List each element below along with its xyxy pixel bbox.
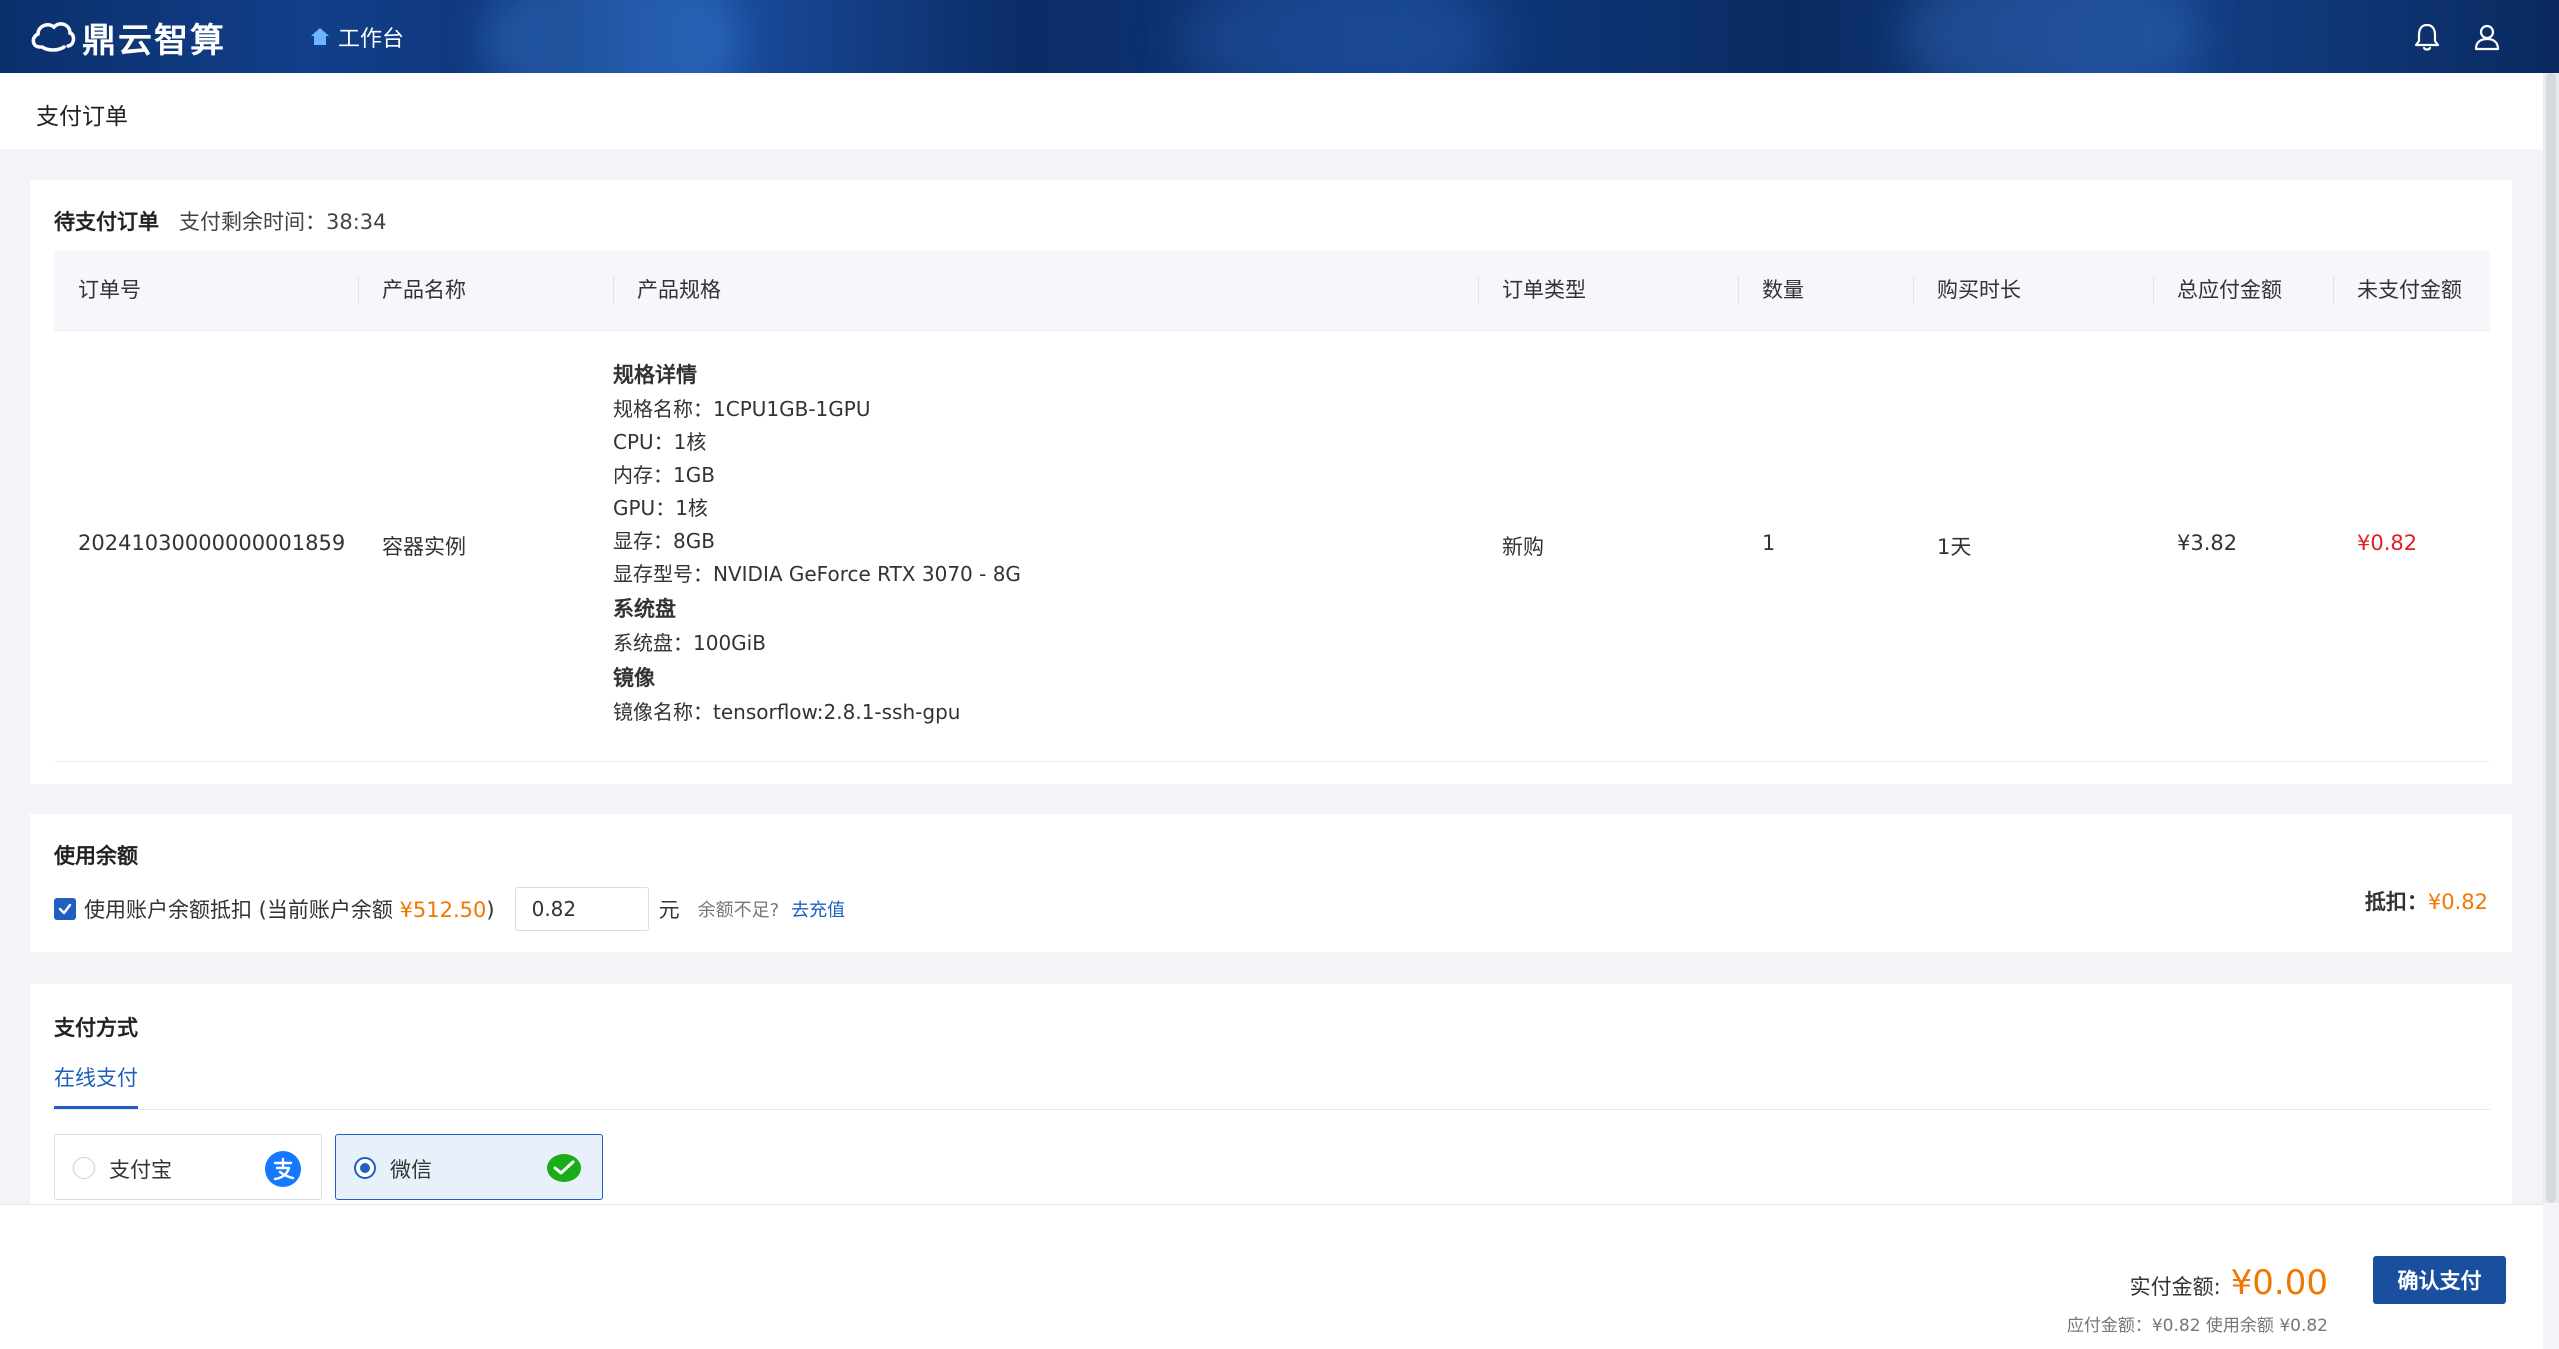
payment-method-card: 支付方式 在线支付 支付宝 微信 [30, 984, 2512, 1204]
deduct-amount-input[interactable] [514, 887, 649, 931]
page-title-bar: 支付订单 [0, 73, 2543, 149]
table-header: 订单号 产品名称 产品规格 订单类型 数量 购买时长 总应付金额 未支付金额 [54, 250, 2490, 331]
insufficient-balance-hint: 余额不足? [697, 900, 780, 921]
col-quantity: 数量 [1762, 278, 1804, 302]
tab-divider [54, 1109, 2490, 1110]
countdown-label: 支付剩余时间： [179, 210, 326, 234]
col-total: 总应付金额 [2177, 278, 2282, 302]
use-balance-checkbox[interactable] [54, 898, 76, 920]
spec-gpu: GPU：1核 [613, 496, 708, 520]
order-table: 订单号 产品名称 产品规格 订单类型 数量 购买时长 总应付金额 未支付金额 2… [54, 250, 2490, 762]
actual-payment: 实付金额: ¥0.00 [2130, 1263, 2328, 1303]
pending-orders-header: 待支付订单 支付剩余时间： 38:34 [54, 206, 387, 236]
payment-breakdown: 应付金额：¥0.82 使用余额 ¥0.82 [2066, 1316, 2328, 1336]
scrollbar-thumb[interactable] [2546, 73, 2556, 1203]
spec-detail-title: 规格详情 [613, 363, 697, 387]
page-scrollbar[interactable] [2543, 73, 2559, 1203]
unpaid-amount: ¥0.82 [2357, 531, 2418, 555]
actual-payment-label: 实付金额: [2129, 1275, 2221, 1299]
bell-icon[interactable] [2410, 20, 2444, 54]
spec-gpu-model: 显存型号：NVIDIA GeForce RTX 3070 - 8G [613, 562, 1021, 586]
col-duration: 购买时长 [1937, 278, 2021, 302]
use-balance-title: 使用余额 [54, 844, 138, 868]
product-name: 容器实例 [382, 535, 466, 559]
payment-method-title: 支付方式 [54, 1016, 138, 1040]
alipay-label: 支付宝 [109, 1158, 172, 1182]
pending-orders-title: 待支付订单 [54, 210, 159, 234]
use-balance-label[interactable]: 使用账户余额抵扣 (当前账户余额 ¥512.50) [84, 894, 495, 924]
order-type: 新购 [1502, 535, 1544, 559]
brand-name: 鼎云智算 [82, 20, 226, 61]
order-number: 20241030000000001859 [78, 531, 346, 555]
spec-image: 镜像名称：tensorflow:2.8.1-ssh-gpu [613, 700, 961, 724]
nav-workbench-label: 工作台 [338, 27, 405, 52]
spec-name: 规格名称：1CPU1GB-1GPU [613, 397, 871, 421]
spec-cpu: CPU：1核 [613, 430, 707, 454]
tab-online-payment[interactable]: 在线支付 [54, 1062, 138, 1109]
quantity: 1 [1762, 531, 1776, 555]
col-unpaid: 未支付金额 [2357, 278, 2462, 302]
top-navigation-bar: 鼎云智算 工作台 [0, 0, 2559, 73]
total-amount: ¥3.82 [2177, 531, 2238, 555]
wechat-pay-option[interactable]: 微信 [335, 1134, 603, 1200]
use-balance-label-text: 使用账户余额抵扣 (当前账户余额 [84, 898, 400, 922]
check-icon [58, 903, 72, 915]
col-order-no: 订单号 [78, 278, 141, 302]
alipay-option[interactable]: 支付宝 [54, 1134, 322, 1200]
home-icon [311, 28, 329, 45]
spec-image-title: 镜像 [613, 666, 655, 690]
col-product-spec: 产品规格 [637, 278, 721, 302]
balance-deduction-row: 使用账户余额抵扣 (当前账户余额 ¥512.50) 元 余额不足? 去充值 [54, 884, 845, 934]
deduct-value: ¥0.82 [2427, 890, 2488, 914]
currency-unit: 元 [658, 898, 680, 922]
brand-logo[interactable]: 鼎云智算 [28, 14, 226, 61]
col-product-name: 产品名称 [382, 278, 466, 302]
spec-memory: 内存：1GB [613, 463, 715, 487]
spec-disk-title: 系统盘 [613, 597, 676, 621]
payment-footer: 实付金额: ¥0.00 应付金额：¥0.82 使用余额 ¥0.82 确认支付 [0, 1204, 2543, 1349]
duration: 1天 [1937, 535, 1972, 559]
page-title: 支付订单 [36, 104, 128, 130]
table-row: 20241030000000001859 容器实例 规格详情 规格名称：1CPU… [54, 331, 2490, 762]
header-decoration [1900, 0, 2200, 73]
countdown-value: 38:34 [326, 210, 387, 234]
actual-payment-value: ¥0.00 [2230, 1263, 2328, 1303]
header-decoration [480, 0, 740, 73]
alipay-radio[interactable] [73, 1157, 95, 1179]
header-decoration [1180, 0, 1500, 73]
cloud-logo-icon [31, 22, 76, 52]
alipay-icon [265, 1151, 301, 1187]
nav-workbench[interactable]: 工作台 [308, 20, 404, 54]
account-balance-amount: ¥512.50 [399, 898, 487, 922]
use-balance-card: 使用余额 使用账户余额抵扣 (当前账户余额 ¥512.50) 元 余额不足? 去… [30, 814, 2512, 952]
user-icon[interactable] [2470, 20, 2504, 54]
wechat-pay-label: 微信 [390, 1158, 432, 1182]
recharge-link[interactable]: 去充值 [791, 896, 845, 922]
deduct-summary: 抵扣：¥0.82 [2365, 886, 2488, 916]
col-order-type: 订单类型 [1502, 278, 1586, 302]
use-balance-label-end: ) [486, 898, 495, 922]
spec-disk: 系统盘：100GiB [613, 631, 766, 655]
confirm-payment-button[interactable]: 确认支付 [2373, 1256, 2506, 1304]
spec-vram: 显存：8GB [613, 529, 715, 553]
wechat-pay-radio[interactable] [354, 1157, 376, 1179]
wechat-pay-icon [547, 1154, 581, 1182]
pending-orders-card: 待支付订单 支付剩余时间： 38:34 订单号 产品名称 产品规格 订单类型 数… [30, 180, 2512, 784]
deduct-label: 抵扣： [2364, 890, 2428, 914]
product-spec-details: 规格详情 规格名称：1CPU1GB-1GPU CPU：1核 内存：1GB GPU… [613, 357, 1413, 729]
